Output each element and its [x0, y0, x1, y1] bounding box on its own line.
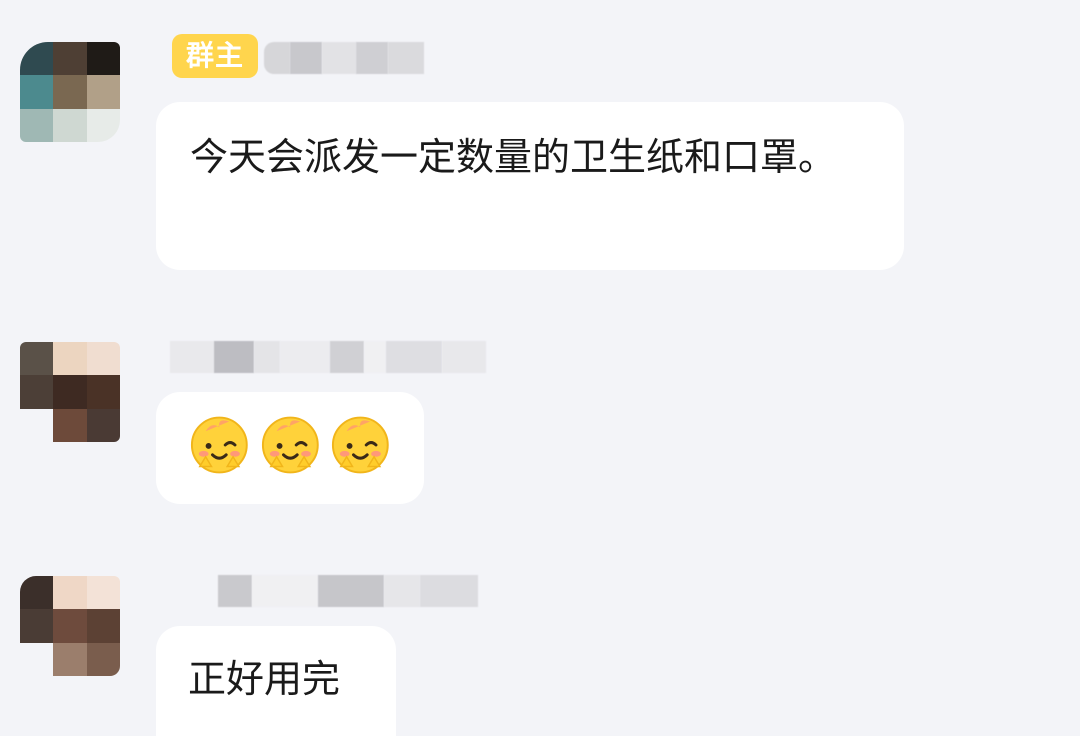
sender-name-blurred: [218, 574, 478, 608]
message-bubble[interactable]: 正好用完: [156, 626, 396, 736]
smiling-blush-emoji-icon: [261, 416, 319, 474]
message-text: 今天会派发一定数量的卫生纸和口罩。: [190, 135, 837, 179]
avatar[interactable]: [20, 42, 120, 142]
group-owner-badge: 群主: [172, 34, 258, 78]
message-bubble[interactable]: [156, 392, 424, 504]
avatar[interactable]: [20, 342, 120, 442]
smiling-blush-emoji-icon: [190, 416, 248, 474]
smiling-blush-emoji-icon: [332, 416, 390, 474]
sender-name-blurred: [264, 41, 424, 75]
emoji-row: [188, 412, 392, 478]
message-text: 正好用完: [188, 657, 341, 701]
sender-name-blurred: [170, 340, 486, 374]
message-bubble[interactable]: 今天会派发一定数量的卫生纸和口罩。: [156, 102, 904, 270]
avatar[interactable]: [20, 576, 120, 676]
